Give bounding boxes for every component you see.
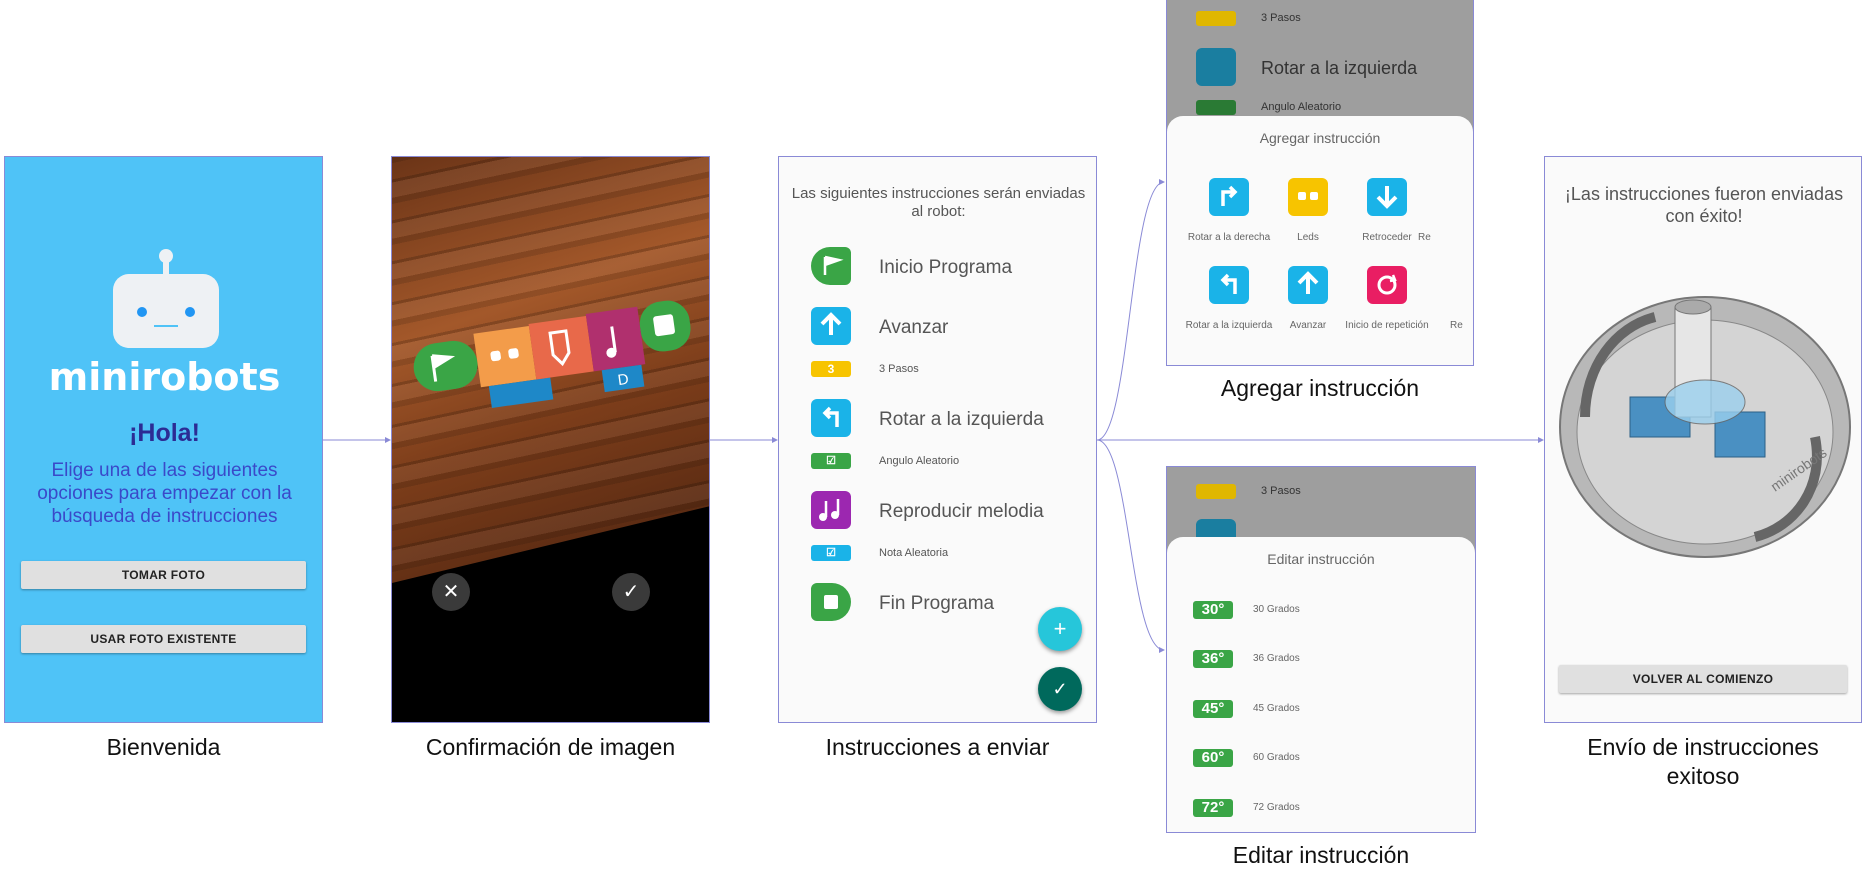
background-row-text: Angulo Aleatorio [1261,101,1342,113]
option-label: Rotar a la izquierda [1185,320,1273,331]
instruction-param[interactable]: 3 Pasos [879,363,919,375]
instructions-header: Las siguientes instrucciones serán envia… [791,185,1086,220]
option-label: Rotar a la derecha [1187,232,1271,243]
success-message: ¡Las instrucciones fueron enviadas con é… [1564,184,1844,226]
degree-tag[interactable]: 45° [1193,700,1233,718]
welcome-message: Elige una de las siguientes opciones par… [37,460,292,527]
caption-add-instruction: Agregar instrucción [1220,375,1420,401]
background-row-label: Rotar a la izquierda [1261,58,1418,78]
confirm-photo-button[interactable]: ✓ [612,573,650,611]
sheet-title: Agregar instrucción [1259,130,1381,146]
take-photo-button[interactable]: TOMAR FOTO [21,561,306,589]
degree-tag[interactable]: 72° [1193,799,1233,817]
instruction-label[interactable]: Inicio Programa [879,257,1012,279]
back-to-start-button[interactable]: VOLVER AL COMIENZO [1559,665,1847,693]
robot-right-eye [185,307,195,317]
arrow-up-icon [811,307,851,345]
use-existing-photo-button[interactable]: USAR FOTO EXISTENTE [21,625,306,653]
music-icon [811,491,851,529]
photo-confirm-screen: D ✕ ✓ [391,156,710,723]
robot-logo-icon [113,274,219,348]
sheet-title: Editar instrucción [1267,551,1375,567]
instruction-param[interactable]: Angulo Aleatorio [879,455,959,467]
caption-success: Envío de instrucciones exitoso [1544,733,1862,791]
edit-instruction-screen: 3 Pasos Editar instrucción 30° 30 Grados… [1166,466,1476,833]
option-label-partial: Re [1450,320,1463,331]
turn-left-icon [811,399,851,437]
option-label-partial: Re [1418,232,1431,243]
discard-photo-button[interactable]: ✕ [432,573,470,611]
success-screen: ¡Las instrucciones fueron enviadas con é… [1544,156,1862,723]
steps-tag-value: 3 [827,362,835,376]
turn-right-icon[interactable] [1209,178,1249,216]
background-row-text: 3 Pasos [1261,485,1301,497]
degree-option-label[interactable]: 72 Grados [1253,802,1300,813]
angle-tag [1196,100,1236,115]
robot-mouth [154,325,178,327]
flag-icon [811,247,851,285]
option-label: Leds [1297,232,1319,243]
arrow-up-icon[interactable] [1288,266,1328,304]
add-instruction-screen: 3 Pasos Rotar a la izquierda Angulo Alea… [1166,0,1474,366]
steps-tag [1196,11,1236,26]
background-row-text: 3 Pasos [1261,12,1301,24]
degree-option-label[interactable]: 30 Grados [1253,604,1300,615]
robot-left-eye [137,307,147,317]
send-instructions-button[interactable]: ✓ [1038,667,1082,711]
degree-tag[interactable]: 30° [1193,601,1233,619]
degree-option-label[interactable]: 45 Grados [1253,703,1300,714]
caption-photo-confirm: Confirmación de imagen [425,734,676,760]
degree-tag[interactable]: 36° [1193,650,1233,668]
robot-render-image: minirobots [1559,296,1851,558]
angle-tag: ☑ [811,453,851,469]
caption-instructions: Instrucciones a enviar [825,734,1050,760]
instruction-label[interactable]: Reproducir melodia [879,501,1044,523]
welcome-screen: minirobots ¡Hola! Elige una de las sigui… [4,156,323,723]
degree-option-label[interactable]: 36 Grados [1253,653,1300,664]
add-instruction-button[interactable]: + [1038,607,1082,651]
repeat-icon[interactable] [1367,266,1407,304]
note-tag: ☑ [811,545,851,561]
add-instruction-sheet: Agregar instrucción Rotar a la derecha L… [1167,116,1473,365]
option-label: Inicio de repetición [1345,320,1429,331]
turn-left-icon[interactable] [1209,266,1249,304]
degree-tag[interactable]: 60° [1193,749,1233,767]
steps-tag [1196,484,1236,499]
connector-instr-edit [1096,439,1165,653]
greeting-title: ¡Hola! [129,419,200,447]
instruction-blocks-photo: D [413,300,691,408]
caption-welcome: Bienvenida [106,734,221,760]
degree-option-label[interactable]: 60 Grados [1253,752,1300,763]
arrow-down-icon[interactable] [1367,178,1407,216]
connector-instr-add [1096,179,1165,441]
caption-success-line2: exitoso [1666,763,1740,789]
brand-logo-text: minirobots [48,355,281,399]
instruction-param[interactable]: Nota Aleatoria [879,547,948,559]
caption-success-line1: Envío de instrucciones [1587,734,1819,760]
turn-left-icon [1196,48,1236,86]
edit-instruction-sheet: Editar instrucción 30° 30 Grados 36° 36 … [1167,537,1475,832]
leds-icon[interactable] [1288,178,1328,216]
note-tag-value: ☑ [826,547,836,559]
steps-tag: 3 [811,361,851,377]
caption-edit-instruction: Editar instrucción [1232,842,1410,868]
angle-tag-value: ☑ [826,455,836,467]
stop-icon [811,583,851,621]
instructions-screen: Las siguientes instrucciones serán envia… [778,156,1097,723]
instruction-label[interactable]: Rotar a la izquierda [879,409,1044,431]
instruction-label[interactable]: Fin Programa [879,593,994,615]
instruction-label[interactable]: Avanzar [879,317,948,339]
